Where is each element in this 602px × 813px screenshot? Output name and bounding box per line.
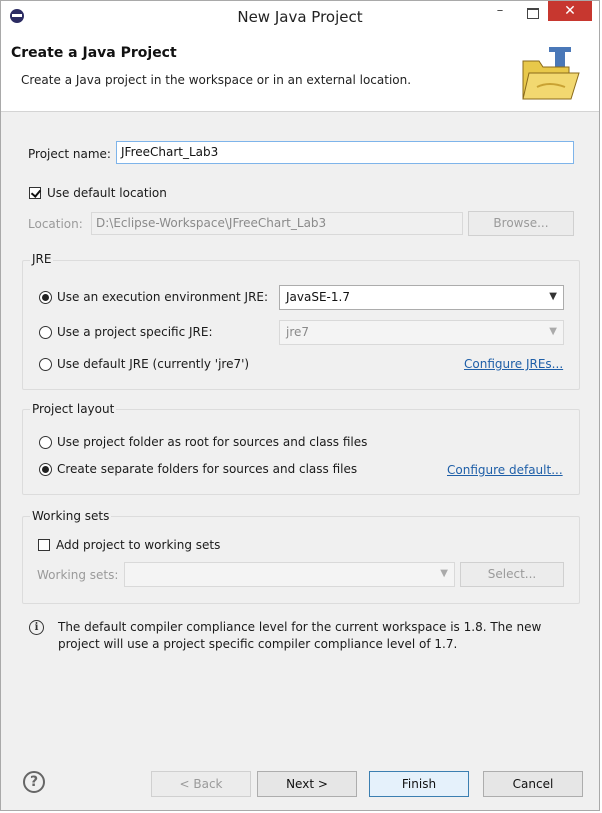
new-java-project-dialog: New Java Project – ✕ Create a Java Proje… xyxy=(0,0,600,811)
project-specific-jre-select[interactable]: jre7 ▼ xyxy=(279,320,564,345)
title-bar[interactable]: New Java Project – ✕ xyxy=(1,1,599,33)
compliance-info-line-2: project will use a project specific comp… xyxy=(58,637,458,651)
wizard-description: Create a Java project in the workspace o… xyxy=(21,73,412,87)
select-working-sets-button[interactable]: Select... xyxy=(460,562,564,587)
location-label: Location: xyxy=(28,217,83,231)
jre-default-label: Use default JRE (currently 'jre7') xyxy=(57,357,250,371)
back-button[interactable]: < Back xyxy=(151,771,251,797)
wizard-title: Create a Java Project xyxy=(11,45,177,61)
jre-group-title: JRE xyxy=(30,252,54,266)
maximize-button[interactable] xyxy=(519,3,545,23)
layout-root-folder-radio[interactable] xyxy=(39,436,52,449)
project-name-label: Project name: xyxy=(28,147,111,161)
project-layout-group xyxy=(22,409,580,495)
jre-default-radio[interactable] xyxy=(39,358,52,371)
compliance-info-line-1: The default compiler compliance level fo… xyxy=(58,620,542,634)
layout-separate-folders-radio[interactable] xyxy=(39,463,52,476)
cancel-button[interactable]: Cancel xyxy=(483,771,583,797)
configure-default-link[interactable]: Configure default... xyxy=(447,463,563,477)
execution-environment-select[interactable]: JavaSE-1.7 ▼ xyxy=(279,285,564,310)
java-project-folder-icon xyxy=(522,47,580,100)
project-specific-jre-value: jre7 xyxy=(286,325,310,339)
layout-root-folder-label: Use project folder as root for sources a… xyxy=(57,435,368,449)
info-icon: i xyxy=(29,620,44,635)
project-name-input[interactable]: JFreeChart_Lab3 xyxy=(116,141,574,164)
chevron-down-icon: ▼ xyxy=(549,291,557,302)
add-to-working-sets-label: Add project to working sets xyxy=(56,538,221,552)
help-icon[interactable]: ? xyxy=(23,771,45,793)
maximize-icon xyxy=(527,8,539,19)
browse-button[interactable]: Browse... xyxy=(468,211,574,236)
working-sets-group xyxy=(22,516,580,604)
working-sets-label: Working sets: xyxy=(37,568,119,582)
jre-project-specific-radio[interactable] xyxy=(39,326,52,339)
use-default-location-checkbox[interactable] xyxy=(29,187,41,199)
project-layout-group-title: Project layout xyxy=(30,402,117,416)
minimize-button[interactable]: – xyxy=(487,3,513,23)
chevron-down-icon: ▼ xyxy=(549,326,557,337)
working-sets-group-title: Working sets xyxy=(30,509,112,523)
location-input[interactable]: D:\Eclipse-Workspace\JFreeChart_Lab3 xyxy=(91,212,463,235)
layout-separate-folders-label: Create separate folders for sources and … xyxy=(57,462,358,476)
use-default-location-label: Use default location xyxy=(47,186,167,200)
finish-button[interactable]: Finish xyxy=(369,771,469,797)
close-button[interactable]: ✕ xyxy=(548,1,592,21)
jre-project-specific-label: Use a project specific JRE: xyxy=(57,325,213,339)
wizard-header: Create a Java Project Create a Java proj… xyxy=(1,33,599,112)
chevron-down-icon: ▼ xyxy=(440,568,448,579)
next-button[interactable]: Next > xyxy=(257,771,357,797)
jre-execution-environment-radio[interactable] xyxy=(39,291,52,304)
execution-environment-value: JavaSE-1.7 xyxy=(286,290,350,304)
working-sets-select[interactable]: ▼ xyxy=(124,562,455,587)
compliance-info-message: The default compiler compliance level fo… xyxy=(58,619,578,653)
configure-jres-link[interactable]: Configure JREs... xyxy=(464,357,563,371)
add-to-working-sets-checkbox[interactable] xyxy=(38,539,50,551)
jre-execution-environment-label: Use an execution environment JRE: xyxy=(57,290,269,304)
